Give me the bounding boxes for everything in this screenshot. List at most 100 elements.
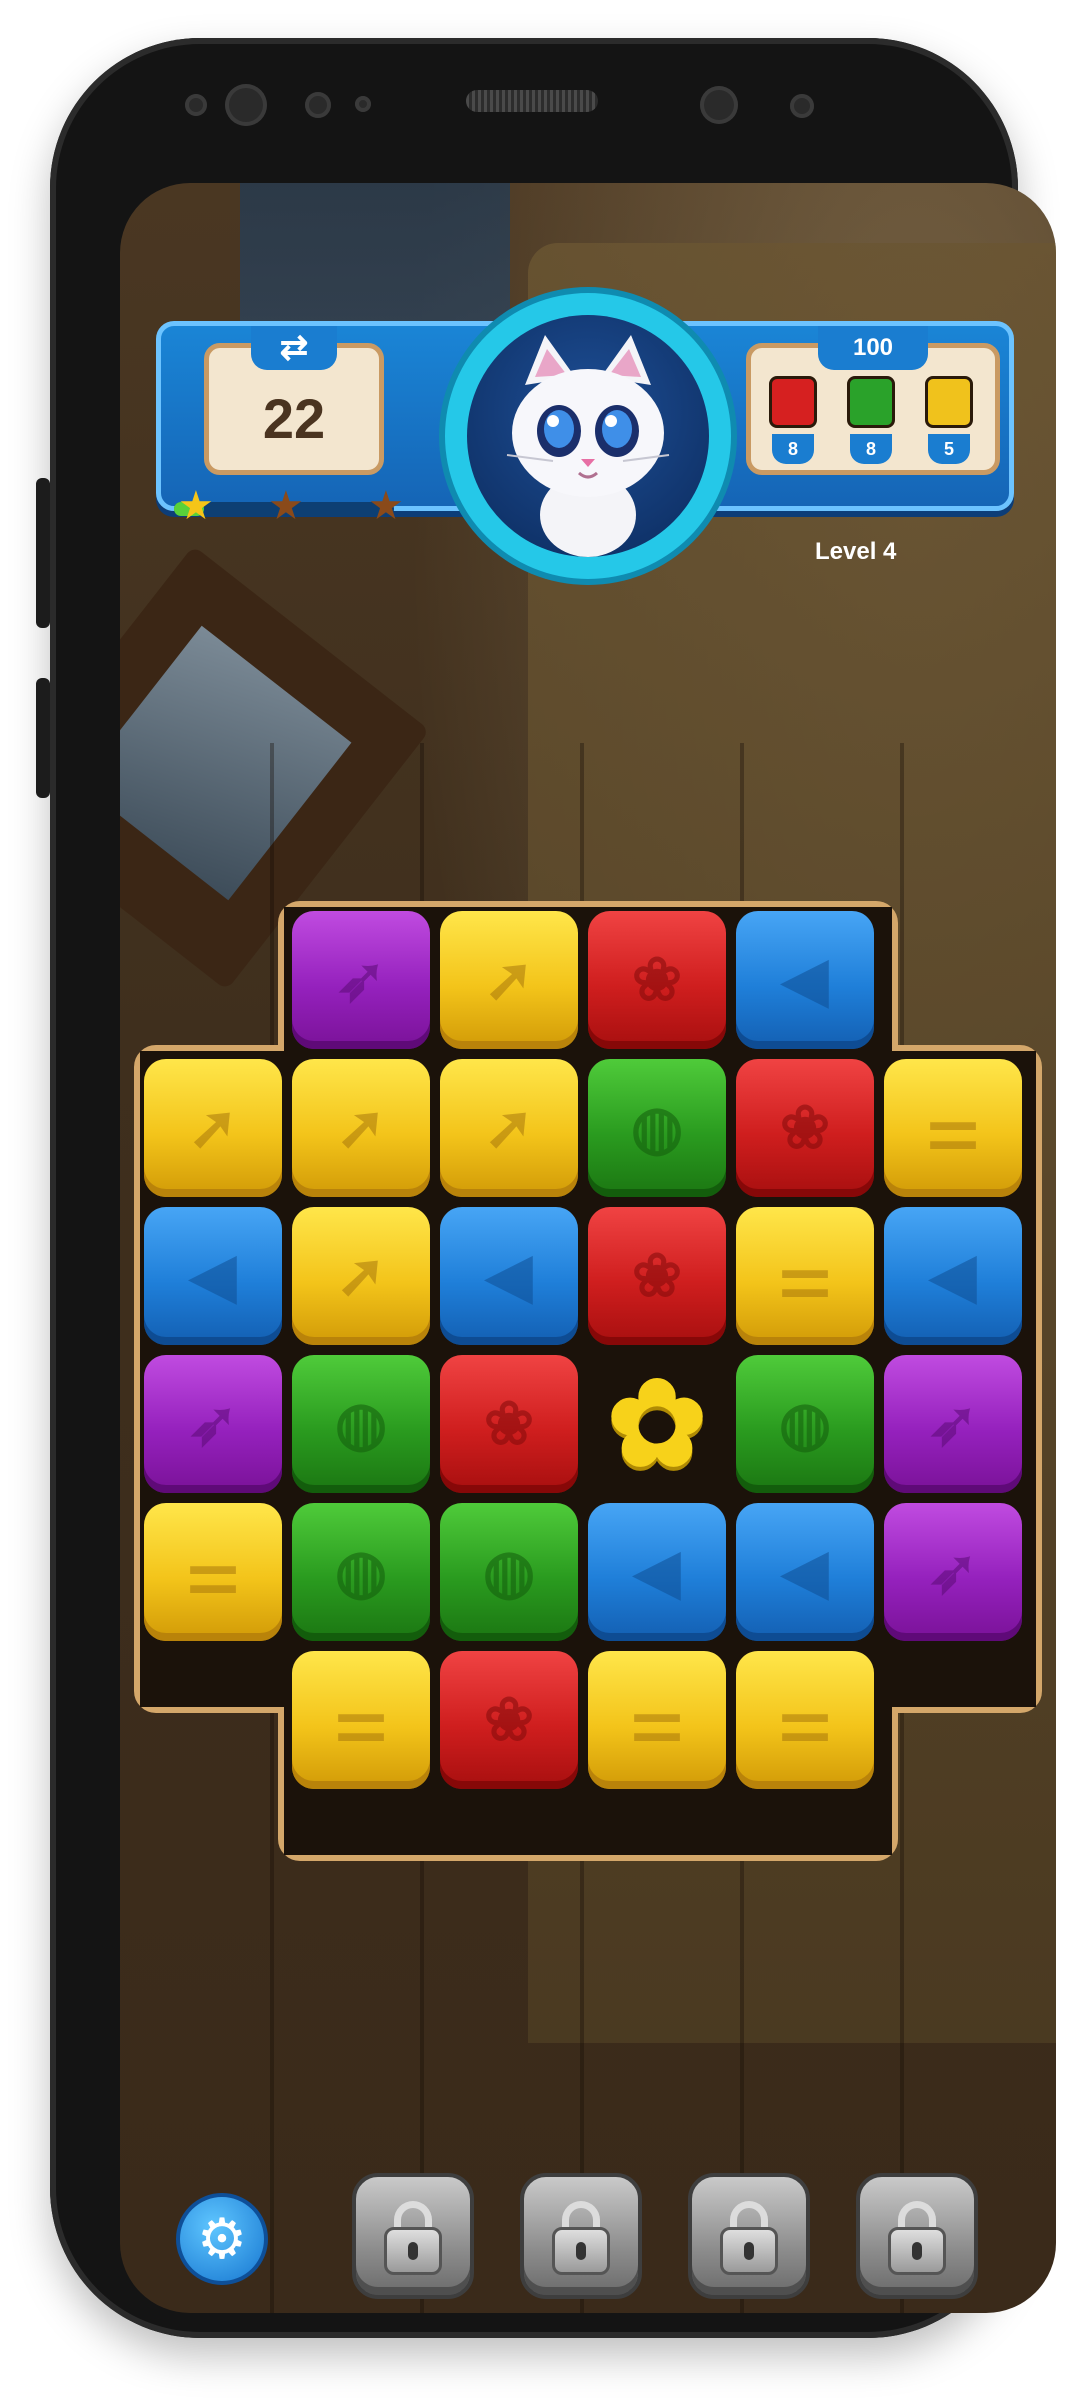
- block-yellow-rocket[interactable]: ➚: [440, 911, 578, 1049]
- block-blue-fish[interactable]: ◀: [884, 1207, 1022, 1345]
- swap-arrows-icon: ⇄: [279, 329, 309, 367]
- paw-icon: ❀: [483, 1686, 535, 1753]
- block-yellow-rocket[interactable]: ➚: [144, 1059, 282, 1197]
- star-progress: ★ ★ ★: [174, 484, 434, 528]
- rocket-icon: ➚: [187, 1094, 239, 1161]
- booster-slot-4[interactable]: [856, 2173, 978, 2299]
- block-yellow-rocket[interactable]: ➚: [292, 1059, 430, 1197]
- block-blue-fish[interactable]: ◀: [736, 1503, 874, 1641]
- paw-icon: ❀: [483, 1390, 535, 1457]
- flower-blocker[interactable]: ✿: [588, 1355, 726, 1493]
- red-block-icon: [769, 376, 817, 428]
- volume-button: [36, 478, 50, 628]
- block-yellow-bone[interactable]: ⚌: [736, 1651, 874, 1789]
- star-icon: ★: [178, 484, 214, 528]
- block-purple-bird[interactable]: ➶: [884, 1503, 1022, 1641]
- block-yellow-bone[interactable]: ⚌: [292, 1651, 430, 1789]
- block-purple-bird[interactable]: ➶: [144, 1355, 282, 1493]
- bird-icon: ➶: [187, 1390, 239, 1457]
- fish-icon: ◀: [189, 1242, 237, 1309]
- block-yellow-bone[interactable]: ⚌: [884, 1059, 1022, 1197]
- block-blue-fish[interactable]: ◀: [144, 1207, 282, 1345]
- settings-button[interactable]: ⚙: [176, 2193, 268, 2285]
- paw-icon: ❀: [631, 1242, 683, 1309]
- rocket-icon: ➚: [483, 1094, 535, 1161]
- block-green-ball[interactable]: ◍: [292, 1503, 430, 1641]
- front-camera-icon: [225, 84, 267, 126]
- bone-icon: ⚌: [334, 1686, 388, 1753]
- level-label: Level 4: [815, 538, 897, 565]
- fish-icon: ◀: [485, 1242, 533, 1309]
- block-red-paw[interactable]: ❀: [588, 1207, 726, 1345]
- block-red-paw[interactable]: ❀: [736, 1059, 874, 1197]
- bone-icon: ⚌: [778, 1242, 832, 1309]
- block-blue-fish[interactable]: ◀: [440, 1207, 578, 1345]
- lock-icon: [888, 2227, 946, 2275]
- sensor-icon: [305, 92, 331, 118]
- lock-icon: [720, 2227, 778, 2275]
- goal-count: 8: [850, 434, 892, 464]
- block-blue-fish[interactable]: ◀: [736, 911, 874, 1049]
- paw-icon: ❀: [631, 946, 683, 1013]
- block-blue-fish[interactable]: ◀: [588, 1503, 726, 1641]
- goal-green: 8: [847, 376, 899, 464]
- yellow-block-icon: [925, 376, 973, 428]
- volume-button: [36, 678, 50, 798]
- block-yellow-rocket[interactable]: ➚: [292, 1207, 430, 1345]
- block-yellow-bone[interactable]: ⚌: [736, 1207, 874, 1345]
- cat-avatar: [445, 293, 731, 579]
- bird-icon: ➶: [927, 1538, 979, 1605]
- block-green-ball[interactable]: ◍: [736, 1355, 874, 1493]
- block-purple-bird[interactable]: ➶: [292, 911, 430, 1049]
- bone-icon: ⚌: [630, 1686, 684, 1753]
- block-yellow-bone[interactable]: ⚌: [144, 1503, 282, 1641]
- moves-counter: ⇄ 22: [204, 326, 384, 475]
- sensor-icon: [790, 94, 814, 118]
- bird-icon: ➶: [335, 946, 387, 1013]
- goal-count: 5: [928, 434, 970, 464]
- cat-icon: [506, 335, 670, 557]
- score-target: 100: [818, 326, 928, 370]
- block-yellow-rocket[interactable]: ➚: [440, 1059, 578, 1197]
- block-green-ball[interactable]: ◍: [292, 1355, 430, 1493]
- lock-icon: [384, 2227, 442, 2275]
- ball-icon: ◍: [334, 1538, 388, 1605]
- flower-icon: ✿: [606, 1357, 708, 1491]
- bone-icon: ⚌: [186, 1538, 240, 1605]
- block-yellow-bone[interactable]: ⚌: [588, 1651, 726, 1789]
- fish-icon: ◀: [929, 1242, 977, 1309]
- ball-icon: ◍: [778, 1390, 832, 1457]
- goal-panel: 100 8 8 5: [746, 326, 1000, 475]
- bird-icon: ➶: [927, 1390, 979, 1457]
- block-red-paw[interactable]: ❀: [440, 1651, 578, 1789]
- goal-count: 8: [772, 434, 814, 464]
- paw-icon: ❀: [779, 1094, 831, 1161]
- block-red-paw[interactable]: ❀: [588, 911, 726, 1049]
- booster-slot-1[interactable]: [352, 2173, 474, 2299]
- sensor-icon: [185, 94, 207, 116]
- game-screen: ⇄ 22 ★ ★ ★ 100 8 8 5 Level 4 ⚙ ➶ ➚ ❀ ◀ ➚…: [120, 183, 1056, 2313]
- booster-slot-2[interactable]: [520, 2173, 642, 2299]
- star-icon: ★: [368, 484, 404, 528]
- block-green-ball[interactable]: ◍: [440, 1503, 578, 1641]
- earpiece-speaker: [466, 90, 598, 112]
- goal-red: 8: [769, 376, 821, 464]
- moves-tab: ⇄: [251, 326, 337, 370]
- block-purple-bird[interactable]: ➶: [884, 1355, 1022, 1493]
- sensor-icon: [355, 96, 371, 112]
- phone-frame: ⇄ 22 ★ ★ ★ 100 8 8 5 Level 4 ⚙ ➶ ➚ ❀ ◀ ➚…: [36, 38, 1056, 2338]
- moves-value: 22: [262, 387, 326, 450]
- gear-icon: ⚙: [196, 2207, 248, 2270]
- block-red-paw[interactable]: ❀: [440, 1355, 578, 1493]
- front-camera-icon: [700, 86, 738, 124]
- block-green-ball[interactable]: ◍: [588, 1059, 726, 1197]
- fish-icon: ◀: [781, 946, 829, 1013]
- cat-avatar-portrait: [467, 315, 709, 557]
- booster-slot-3[interactable]: [688, 2173, 810, 2299]
- ball-icon: ◍: [334, 1390, 388, 1457]
- goal-yellow: 5: [925, 376, 977, 464]
- bone-icon: ⚌: [926, 1094, 980, 1161]
- bone-icon: ⚌: [778, 1686, 832, 1753]
- green-block-icon: [847, 376, 895, 428]
- star-icon: ★: [268, 484, 304, 528]
